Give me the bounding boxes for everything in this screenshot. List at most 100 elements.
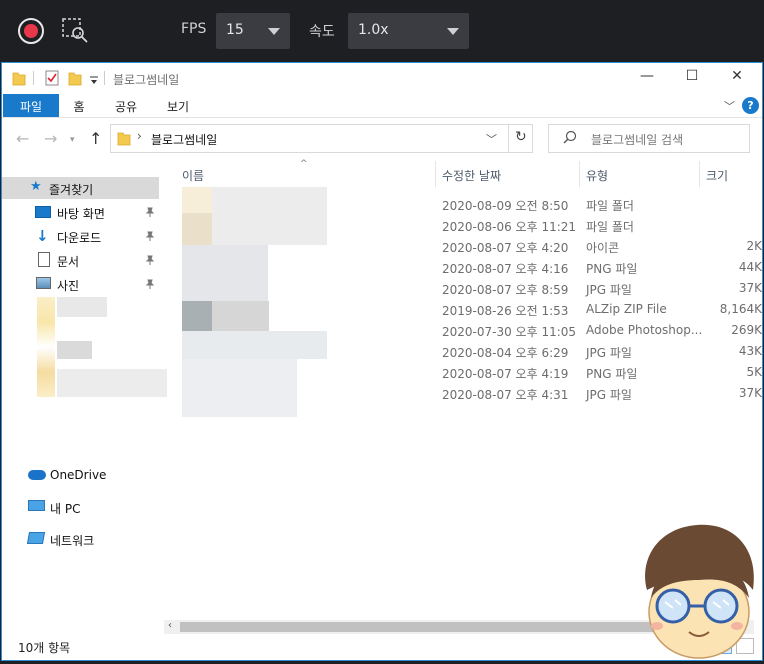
sidebar-item-desktop[interactable]: 바탕 화면 xyxy=(2,201,162,223)
forward-arrow-icon[interactable]: → xyxy=(44,129,57,148)
properties-icon[interactable] xyxy=(45,70,59,90)
tab-view[interactable]: 보기 xyxy=(162,94,194,117)
region-select-icon[interactable] xyxy=(62,18,90,44)
scroll-left-icon[interactable]: ‹ xyxy=(168,620,172,631)
avatar xyxy=(637,520,761,660)
address-bar[interactable]: › 블로그썸네일 ﹀ xyxy=(110,124,533,153)
network-icon xyxy=(26,532,46,544)
file-size: 43K xyxy=(738,344,762,358)
help-button[interactable]: ? xyxy=(742,97,759,114)
sidebar-item-pictures[interactable]: 사진 xyxy=(2,273,162,295)
status-item-count: 10개 항목 xyxy=(18,641,71,655)
desktop-icon xyxy=(35,206,51,218)
sidebar-item-quick-access[interactable]: ★ 즐겨찾기 xyxy=(2,177,159,199)
address-row: ← → ▾ ↑ › 블로그썸네일 ﹀ ↻ 블로그썸네일 검색 xyxy=(2,119,762,159)
table-row[interactable]: 2020-08-06 오후 11:21 파일 폴더 xyxy=(182,215,762,236)
sidebar-item-onedrive[interactable]: OneDrive xyxy=(2,464,162,486)
file-date: 2020-08-07 오후 4:20 xyxy=(442,241,569,255)
file-size: 44K xyxy=(738,260,762,274)
pin-icon[interactable] xyxy=(145,230,155,241)
pin-icon[interactable] xyxy=(145,206,155,217)
fps-dropdown[interactable]: 15 xyxy=(216,13,290,49)
column-size[interactable]: 크기 xyxy=(706,167,728,184)
table-row[interactable]: 2020-07-30 오후 11:05 Adobe Photoshop... 2… xyxy=(182,320,762,341)
column-type[interactable]: 유형 xyxy=(586,167,608,184)
file-date: 2020-08-07 오후 8:59 xyxy=(442,283,569,297)
folder-icon xyxy=(117,130,131,150)
speed-value: 1.0x xyxy=(358,22,389,38)
divider xyxy=(104,71,105,85)
file-type: Adobe Photoshop... xyxy=(586,323,703,337)
sidebar-item-network[interactable]: 네트워크 xyxy=(2,528,162,550)
table-row[interactable]: 2020-08-07 오후 8:59 JPG 파일 37K xyxy=(182,278,762,299)
recent-locations-icon[interactable]: ▾ xyxy=(70,135,75,145)
tab-share[interactable]: 공유 xyxy=(110,94,142,117)
file-date: 2020-08-07 오후 4:31 xyxy=(442,388,569,402)
table-row[interactable]: 2020-08-07 오후 4:31 JPG 파일 37K xyxy=(182,383,762,404)
ribbon-tabs: 파일 홈 공유 보기 ﹀ ? xyxy=(2,94,762,118)
column-separator[interactable] xyxy=(579,161,580,187)
file-type: 아이콘 xyxy=(586,241,620,255)
refresh-button[interactable]: ↻ xyxy=(508,124,533,153)
file-date: 2020-07-30 오후 11:05 xyxy=(442,325,577,339)
pictures-icon xyxy=(36,277,51,289)
download-arrow-icon: ↓ xyxy=(36,227,49,245)
file-type: JPG 파일 xyxy=(586,283,632,297)
sidebar-item-label: OneDrive xyxy=(50,468,107,482)
sort-ascending-icon: ^ xyxy=(300,159,308,169)
minimize-button[interactable]: — xyxy=(627,68,667,84)
folder-icon xyxy=(12,70,26,90)
address-path: 블로그썸네일 xyxy=(151,133,218,147)
sidebar-item-label: 네트워크 xyxy=(50,534,95,548)
column-separator[interactable] xyxy=(699,161,700,187)
file-size: 5K xyxy=(746,365,762,379)
customize-toolbar-icon[interactable] xyxy=(89,72,99,91)
file-type: ALZip ZIP File xyxy=(586,302,667,316)
breadcrumb-separator-icon: › xyxy=(137,129,142,143)
tab-file[interactable]: 파일 xyxy=(3,94,59,117)
speed-dropdown[interactable]: 1.0x xyxy=(348,13,469,49)
file-size: 37K xyxy=(738,386,762,400)
blurred-folder-name xyxy=(57,297,107,317)
table-row[interactable]: 2020-08-09 오전 8:50 파일 폴더 xyxy=(182,194,762,215)
window-title: 블로그썸네일 xyxy=(113,73,180,87)
tab-home[interactable]: 홈 xyxy=(66,94,92,117)
file-date: 2020-08-07 오후 4:16 xyxy=(442,262,569,276)
table-row[interactable]: 2019-08-26 오전 1:53 ALZip ZIP File 8,164K xyxy=(182,299,762,320)
file-type: JPG 파일 xyxy=(586,388,632,402)
search-input[interactable]: 블로그썸네일 검색 xyxy=(548,124,750,153)
expand-ribbon-icon[interactable]: ﹀ xyxy=(724,98,735,114)
file-size: 2K xyxy=(746,239,762,253)
fps-value: 15 xyxy=(226,22,244,38)
recorder-toolbar: FPS 15 속도 1.0x xyxy=(0,0,764,62)
up-arrow-icon[interactable]: ↑ xyxy=(89,129,102,148)
record-button[interactable] xyxy=(18,18,44,44)
table-row[interactable]: 2020-08-07 오후 4:19 PNG 파일 5K xyxy=(182,362,762,383)
search-icon xyxy=(563,130,577,150)
file-type: 파일 폴더 xyxy=(586,220,634,234)
pin-icon[interactable] xyxy=(145,254,155,265)
pin-icon[interactable] xyxy=(145,278,155,289)
column-name[interactable]: 이름 xyxy=(182,167,204,184)
sidebar-item-downloads[interactable]: ↓ 다운로드 xyxy=(2,225,162,247)
sidebar-item-this-pc[interactable]: 내 PC xyxy=(2,496,162,518)
file-date: 2020-08-06 오후 11:21 xyxy=(442,220,577,234)
document-icon xyxy=(38,252,50,267)
maximize-button[interactable]: ☐ xyxy=(672,68,712,84)
table-row[interactable]: 2020-08-07 오후 4:16 PNG 파일 44K xyxy=(182,257,762,278)
close-button[interactable]: ✕ xyxy=(717,68,757,84)
sidebar-item-documents[interactable]: 문서 xyxy=(2,249,162,271)
back-arrow-icon[interactable]: ← xyxy=(16,129,29,148)
table-row[interactable]: 2020-08-04 오후 6:29 JPG 파일 43K xyxy=(182,341,762,362)
file-date: 2020-08-09 오전 8:50 xyxy=(442,199,569,213)
fps-label: FPS xyxy=(181,21,207,37)
blurred-folder-name xyxy=(57,369,167,397)
address-dropdown-icon[interactable]: ﹀ xyxy=(486,131,497,147)
file-size: 8,164K xyxy=(719,302,762,316)
file-size: 269K xyxy=(731,323,762,337)
table-row[interactable]: 2020-08-07 오후 4:20 아이콘 2K xyxy=(182,236,762,257)
column-date[interactable]: 수정한 날짜 xyxy=(442,167,501,184)
column-separator[interactable] xyxy=(435,161,436,187)
new-folder-icon[interactable] xyxy=(68,70,82,90)
cloud-icon xyxy=(28,470,46,480)
